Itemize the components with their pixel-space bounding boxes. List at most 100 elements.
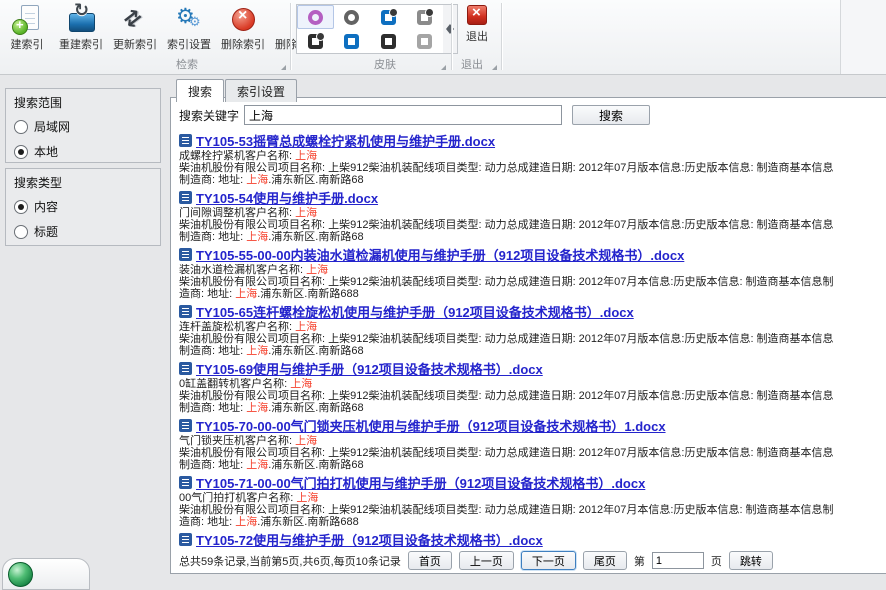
local-radio[interactable]: 本地 xyxy=(6,139,160,164)
result-item: TY105-71-00-00气门拍打机使用与维护手册（912项目设备技术规格书）… xyxy=(179,475,879,528)
index-group-label: 检索 xyxy=(152,56,222,72)
goto-page-button[interactable]: 跳转 xyxy=(729,551,773,570)
title-radio[interactable]: 标题 xyxy=(6,219,160,244)
ribbon-button-label: 重建索引 xyxy=(59,36,103,52)
result-title-row: TY105-55-00-00内装油水道检漏机使用与维护手册（912项目设备技术规… xyxy=(179,247,879,262)
result-snippet-line: 柴油机股份有限公司项目名称: 上柴912柴油机装配线项目类型: 动力总成建造日期… xyxy=(179,447,879,459)
result-title-link[interactable]: TY105-69使用与维护手册（912项目设备技术规格书）.docx xyxy=(196,359,543,378)
word-doc-icon xyxy=(179,191,192,204)
search-input[interactable] xyxy=(244,105,562,125)
keyword-highlight: 上海 xyxy=(296,492,318,504)
group-corner-icon xyxy=(281,65,286,70)
result-title-link[interactable]: TY105-70-00-00气门锁夹压机使用与维护手册（912项目设备技术规格书… xyxy=(196,416,666,435)
skin-thumbnail-icon xyxy=(308,10,323,25)
exit-button[interactable]: 退出 xyxy=(455,5,499,44)
skin-option-5[interactable] xyxy=(297,29,334,53)
radio-label: 局域网 xyxy=(34,118,70,135)
gallery-scroll-down-button[interactable] xyxy=(446,34,454,48)
search-type-options: 内容标题 xyxy=(6,194,160,244)
group-corner-icon xyxy=(441,65,446,70)
skin-option-7[interactable] xyxy=(370,29,407,53)
keyword-highlight: 上海 xyxy=(235,288,257,300)
search-type-title: 搜索类型 xyxy=(6,169,160,194)
tab-index-settings[interactable]: 索引设置 xyxy=(225,79,297,102)
result-snippet-line: 制造商: 地址: 上海.浦东新区.南新路68 xyxy=(179,345,879,357)
new-index-button[interactable]: 建索引 xyxy=(0,2,54,58)
skin-gallery xyxy=(296,4,458,54)
keyword-highlight: 上海 xyxy=(306,264,328,276)
snippet-text: 制造商: 地址: xyxy=(179,345,246,357)
result-snippet-line: 柴油机股份有限公司项目名称: 上柴912柴油机装配线项目类型: 动力总成建造日期… xyxy=(179,219,879,231)
gallery-scroll-up-button[interactable] xyxy=(446,10,454,24)
update-index-button[interactable]: 更新索引 xyxy=(108,2,162,58)
ribbon: 建索引重建索引更新索引索引设置删除索引删除单个索引 退出 检索 皮肤 退出 xyxy=(0,0,886,75)
word-doc-icon xyxy=(179,419,192,432)
search-row: 搜索关键字 搜索 xyxy=(179,105,879,125)
pagination-bar: 总共59条记录,当前第5页,共6页,每页10条记录 首页上一页下一页尾页 第 页… xyxy=(179,551,879,570)
snippet-text: 制造商: 地址: xyxy=(179,459,246,471)
snippet-text: .浦东新区.南新路68 xyxy=(268,231,363,243)
group-divider xyxy=(290,3,291,70)
word-doc-icon xyxy=(179,134,192,147)
skin-thumbnail-icon xyxy=(381,10,396,25)
snippet-text: 连杆盖旋松机客户名称: xyxy=(179,321,295,333)
group-corner-icon xyxy=(492,65,497,70)
result-title-link[interactable]: TY105-71-00-00气门拍打机使用与维护手册（912项目设备技术规格书）… xyxy=(196,473,645,492)
snippet-text: 门间隙调整机客户名称: xyxy=(179,207,295,219)
search-panel: 搜索关键字 搜索 TY105-53摇臂总成螺栓拧紧机使用与维护手册.docx成螺… xyxy=(170,97,886,574)
skin-option-6[interactable] xyxy=(334,29,371,53)
word-doc-icon xyxy=(179,533,192,546)
result-title-link[interactable]: TY105-72使用与维护手册（912项目设备技术规格书）.docx xyxy=(196,530,543,549)
search-scope-title: 搜索范围 xyxy=(6,89,160,114)
first-page-button[interactable]: 首页 xyxy=(408,551,452,570)
word-doc-icon xyxy=(179,248,192,261)
skin-option-4[interactable] xyxy=(407,5,444,29)
result-title-link[interactable]: TY105-54使用与维护手册.docx xyxy=(196,188,378,207)
tray-widget[interactable] xyxy=(2,558,90,590)
radio-icon xyxy=(14,200,28,214)
keyword-highlight: 上海 xyxy=(295,321,317,333)
delete-index-icon xyxy=(228,4,258,34)
tab-search[interactable]: 搜索 xyxy=(176,79,224,102)
rebuild-index-button[interactable]: 重建索引 xyxy=(54,2,108,58)
lan-radio[interactable]: 局域网 xyxy=(6,114,160,139)
radio-label: 标题 xyxy=(34,223,58,240)
result-title-link[interactable]: TY105-53摇臂总成螺栓拧紧机使用与维护手册.docx xyxy=(196,131,495,150)
snippet-text: 制造商: 地址: xyxy=(179,174,246,186)
search-button[interactable]: 搜索 xyxy=(572,105,650,125)
word-doc-icon xyxy=(179,476,192,489)
result-snippet-line: 装油水道检漏机客户名称: 上海 xyxy=(179,264,879,276)
status-sphere-icon xyxy=(8,562,33,587)
skin-thumbnail-icon xyxy=(417,10,432,25)
snippet-text: .浦东新区.南新路68 xyxy=(268,402,363,414)
last-page-button[interactable]: 尾页 xyxy=(583,551,627,570)
result-title-row: TY105-69使用与维护手册（912项目设备技术规格书）.docx xyxy=(179,361,879,376)
skin-thumbnail-icon xyxy=(381,34,396,49)
skin-option-2[interactable] xyxy=(334,5,371,29)
radio-label: 内容 xyxy=(34,198,58,215)
result-title-row: TY105-65连杆螺栓旋松机使用与维护手册（912项目设备技术规格书）.doc… xyxy=(179,304,879,319)
index-group-buttons: 建索引重建索引更新索引索引设置删除索引删除单个索引 xyxy=(0,2,346,58)
keyword-highlight: 上海 xyxy=(290,378,312,390)
result-title-row: TY105-53摇臂总成螺栓拧紧机使用与维护手册.docx xyxy=(179,133,879,148)
skin-option-3[interactable] xyxy=(370,5,407,29)
radio-icon xyxy=(14,225,28,239)
result-title-row: TY105-71-00-00气门拍打机使用与维护手册（912项目设备技术规格书）… xyxy=(179,475,879,490)
skin-gallery-grid xyxy=(296,4,444,54)
index-settings-button[interactable]: 索引设置 xyxy=(162,2,216,58)
delete-index-button[interactable]: 删除索引 xyxy=(216,2,270,58)
result-title-link[interactable]: TY105-55-00-00内装油水道检漏机使用与维护手册（912项目设备技术规… xyxy=(196,245,684,264)
prev-page-button[interactable]: 上一页 xyxy=(459,551,514,570)
index-settings-icon xyxy=(174,4,204,34)
next-page-button[interactable]: 下一页 xyxy=(521,551,576,570)
result-title-link[interactable]: TY105-65连杆螺栓旋松机使用与维护手册（912项目设备技术规格书）.doc… xyxy=(196,302,634,321)
tab-bar: 搜索索引设置 xyxy=(176,79,298,102)
result-title-row: TY105-70-00-00气门锁夹压机使用与维护手册（912项目设备技术规格书… xyxy=(179,418,879,433)
skin-option-1[interactable] xyxy=(297,5,334,29)
content-radio[interactable]: 内容 xyxy=(6,194,160,219)
skin-option-8[interactable] xyxy=(407,29,444,53)
result-snippet-line: 制造商: 地址: 上海.浦东新区.南新路68 xyxy=(179,231,879,243)
page-number-input[interactable] xyxy=(652,552,704,569)
result-item: TY105-54使用与维护手册.docx门间隙调整机客户名称: 上海柴油机股份有… xyxy=(179,190,879,243)
skin-group-label: 皮肤 xyxy=(350,56,420,72)
